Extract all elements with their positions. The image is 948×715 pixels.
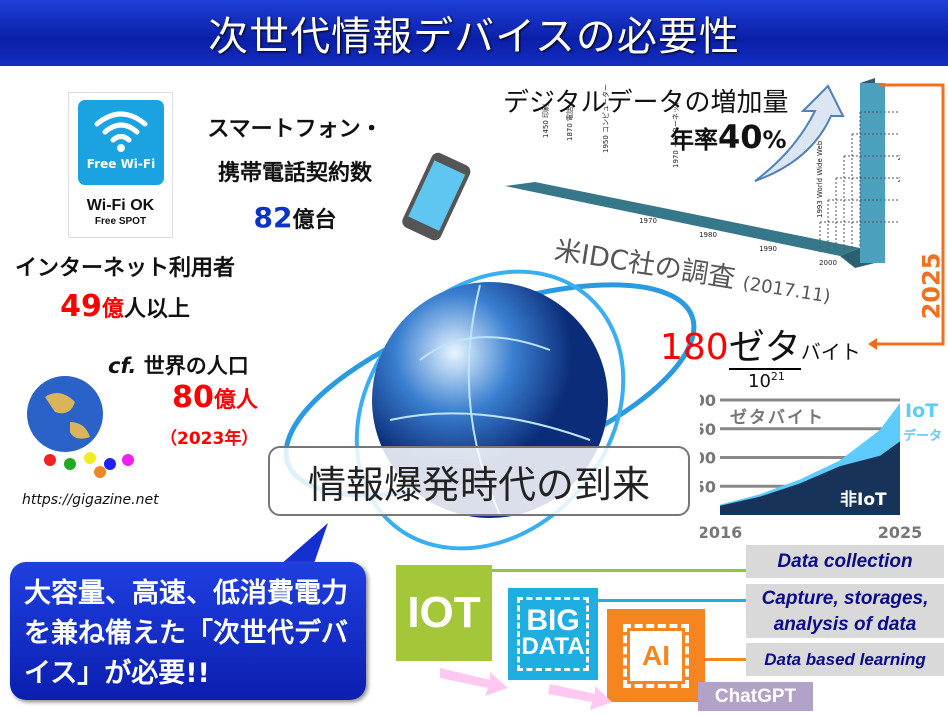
y-tick-label: 50 [700,477,716,496]
zetta-number: 180 [660,327,729,368]
y-axis-label: ゼタバイト [730,407,825,428]
globe-figures-image [27,376,134,478]
label-data-collection: Data collection [746,545,944,578]
power-exp: 21 [770,370,785,383]
smartphone-number: 82 [253,201,293,234]
big-label: BIG [526,604,580,637]
y-tick-label: 200 [700,391,716,410]
x-tick-label: 2016 [700,523,742,542]
timeline-year: 1970 [639,217,657,225]
series-label-non-iot: 非IoT [840,489,887,510]
page-title: 次世代情報デバイスの必要性 [208,14,740,60]
timeline-event: 1970 インターネット [671,99,680,168]
y-tick-label: 100 [700,449,716,468]
x-tick-label: 2025 [878,523,923,542]
smartphone-label-1: スマートフォン・ [207,117,383,142]
timeline-event: 1450 印刷 [542,104,550,138]
timeline-event: 1993 World Wide Web [816,140,824,218]
y-tick-label: 150 [700,420,716,439]
ai-connector [705,658,747,661]
zettabyte-value: 180ゼタバイト [660,318,861,370]
internet-unit: 億 [101,297,124,322]
zetta-unit: ゼタ [728,327,801,370]
internet-unit-suffix: 人以上 [123,297,190,322]
label-data-learning: Data based learning [746,643,944,676]
iot-label: IOT [407,588,481,637]
wifi-sign: Free Wi-Fi Wi-Fi OK Free SPOT [68,92,173,238]
wifi-sign-label: Free Wi-Fi [86,157,156,171]
timeline-year: 1990 [759,245,777,253]
internet-users-stat: インターネット利用者 49億人以上 [10,250,240,329]
label-capture-analysis: Capture, storages, analysis of data [746,584,944,638]
callout-box: 大容量、高速、低消費電力を兼ね備えた「次世代デバイス」が必要!! [10,562,366,700]
timeline-year: 2000 [819,259,837,267]
internet-label: インターネット利用者 [14,256,235,281]
smartphone-stat: スマートフォン・ 携帯電話契約数 82億台 [200,108,390,243]
bigdata-connector [598,599,746,602]
series-label-iot-data: データ [903,428,942,444]
timeline-year: 1980 [699,231,717,239]
iot-data-chart: 50 100 150 200 ゼタバイト非IoT IoT データ 2016 2025 [700,391,942,542]
source-date: (2017.11) [741,272,832,308]
information-explosion-box: 情報爆発時代の到来 [268,446,690,516]
data-label: DATA [521,633,585,660]
series-label-iot: IoT [905,400,938,422]
iot-tile: IOT [396,565,492,661]
wifi-icon [94,111,148,152]
title-bar: 次世代情報デバイスの必要性 [0,0,948,66]
iot-connector [490,569,746,572]
flow-arrows [440,668,612,710]
population-number: 80 [172,380,214,415]
timeline-event: 1870 電話 [565,107,574,141]
growth-arrow-icon [754,84,845,182]
smartphone-icon [402,152,471,241]
year-2025-label: 2025 [917,252,946,320]
internet-number: 49 [60,289,102,324]
byte-unit: バイト [800,340,861,364]
chip-icon: AI [623,623,689,688]
smartphone-unit: 億台 [292,208,337,233]
chatgpt-badge: ChatGPT [698,682,813,711]
wifi-ok-text: Wi-Fi OK [86,197,155,214]
timeline-event: 1950 コンピューター [601,84,610,153]
free-spot-text: Free SPOT [94,216,147,227]
source-link[interactable]: https://gigazine.net [22,492,159,508]
smartphone-label-2: 携帯電話契約数 [217,161,372,186]
